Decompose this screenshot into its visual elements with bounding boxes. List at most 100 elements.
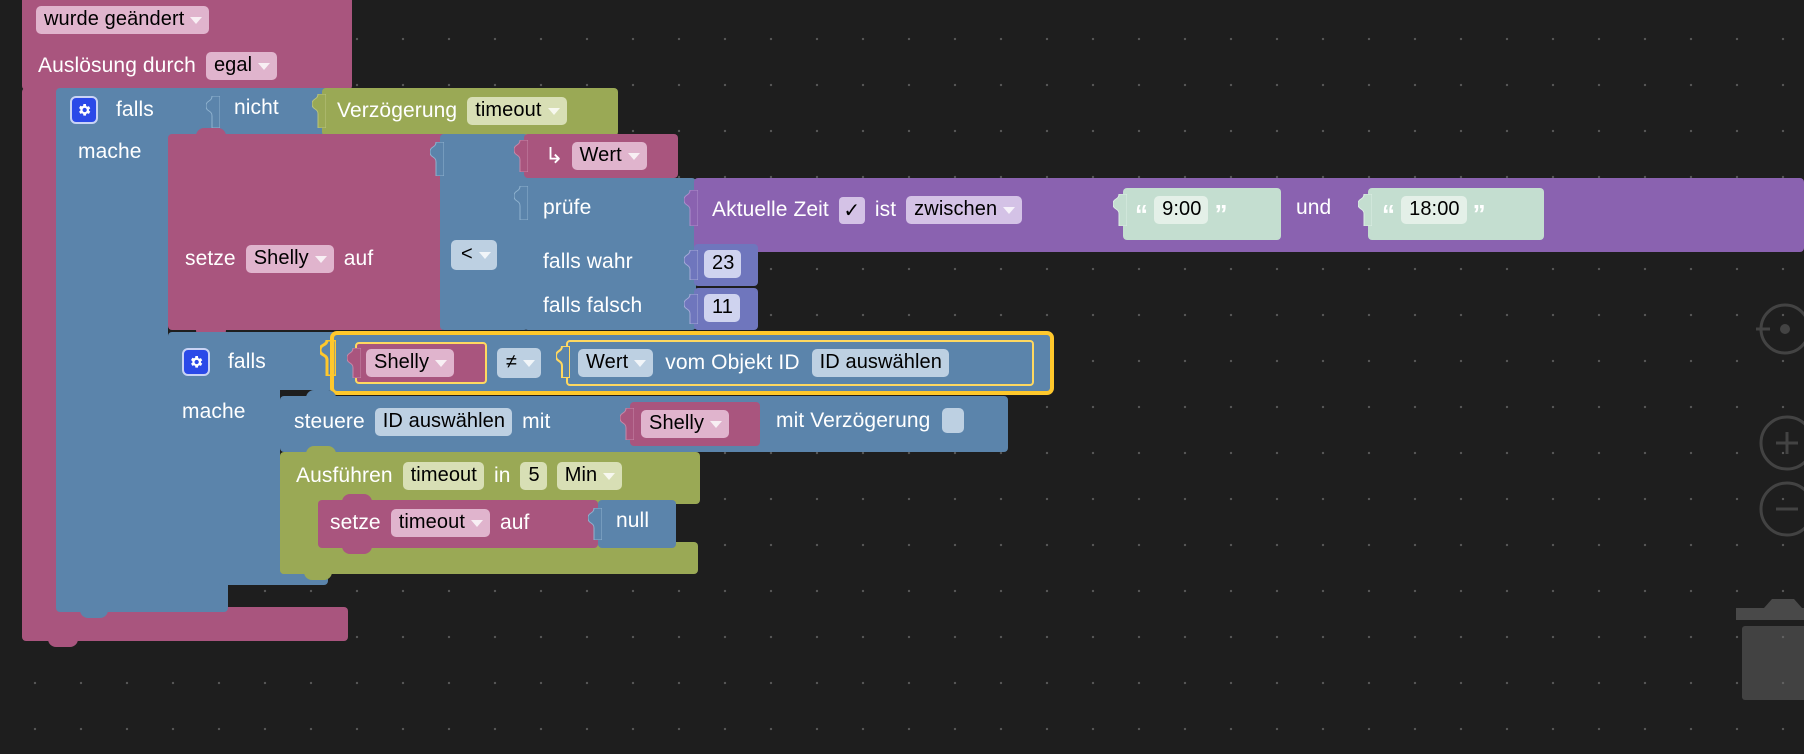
if-inner-do-row: mache	[182, 400, 246, 424]
time-condition-operator-dropdown[interactable]: zwischen	[906, 196, 1023, 224]
inner-operator-dropdown[interactable]: ≠	[497, 348, 542, 378]
time-condition-and-label: und	[1296, 196, 1332, 219]
end-time-input[interactable]: 18:00	[1401, 196, 1467, 224]
delay-value-dropdown[interactable]: timeout	[467, 97, 567, 125]
inner-left-operand-dropdown[interactable]: Shelly	[366, 349, 455, 377]
set-timeout-variable-dropdown[interactable]: timeout	[390, 509, 490, 537]
chevron-down-icon	[634, 359, 647, 367]
set-timeout-row: setze timeout auf	[330, 509, 530, 537]
gear-icon[interactable]	[182, 348, 210, 376]
number-11-input[interactable]: 11	[704, 294, 740, 322]
trigger-event-row: wurde geändert	[36, 6, 210, 34]
ternary-check-row: prüfe	[543, 196, 591, 220]
inner-left-operand-value: Shelly	[374, 351, 430, 373]
control-delay-row: mit Verzögerung	[776, 408, 965, 433]
start-time-value: 9:00	[1162, 198, 1202, 220]
return-value-row: ↳ Wert	[545, 142, 647, 170]
comparison-body[interactable]	[440, 134, 528, 330]
object-id-value: ID auswählen	[819, 351, 942, 373]
schedule-unit-value: Min	[564, 464, 598, 486]
schedule-name-value: timeout	[410, 464, 477, 486]
schedule-row: Ausführen timeout in 5 Min	[296, 462, 623, 490]
control-value-dropdown[interactable]: Shelly	[641, 410, 730, 438]
trigger-block-nub	[48, 639, 78, 647]
schedule-top-notch	[306, 446, 336, 456]
chevron-down-icon	[314, 255, 327, 263]
not-label-row: nicht	[234, 96, 279, 120]
chevron-down-icon	[627, 152, 640, 160]
set-timeout-nub	[342, 546, 372, 554]
if-outer-do-label: mache	[78, 140, 142, 163]
return-arrow-icon: ↳	[545, 143, 564, 168]
control-target-id-value: ID auswählen	[382, 410, 506, 432]
schedule-amount-field[interactable]: 5	[520, 462, 547, 490]
zoom-in-icon	[1759, 415, 1804, 471]
trigger-block-foot	[22, 607, 348, 641]
delay-value: timeout	[475, 99, 542, 121]
object-value-dropdown[interactable]: Wert	[578, 349, 654, 377]
zoom-center-button[interactable]	[1756, 300, 1804, 363]
chevron-down-icon	[258, 62, 271, 70]
schedule-nub	[304, 572, 332, 580]
control-target-id-field[interactable]: ID auswählen	[374, 408, 513, 436]
delay-label: Verzögerung	[337, 99, 458, 122]
number-11-row: 11	[704, 294, 740, 322]
trigger-source-label: Auslösung durch	[38, 54, 196, 77]
end-time-value: 18:00	[1409, 198, 1460, 220]
trash-button[interactable]	[1730, 590, 1804, 705]
zoom-in-button[interactable]	[1756, 412, 1804, 479]
schedule-amount-value: 5	[528, 464, 540, 486]
control-value-row: Shelly	[641, 410, 730, 438]
inner-operator-row: ≠	[497, 348, 542, 378]
ternary-if-false-row: falls falsch	[543, 294, 642, 318]
zoom-out-button[interactable]	[1756, 478, 1804, 545]
number-23-row: 23	[704, 250, 742, 278]
return-value-dropdown[interactable]: Wert	[571, 142, 647, 170]
trigger-source-row: Auslösung durch egal	[38, 52, 278, 80]
not-label: nicht	[234, 96, 279, 119]
set-variable-row: setze Shelly auf	[185, 245, 373, 273]
schedule-name-field[interactable]: timeout	[402, 462, 484, 490]
if-outer-do-row: mache	[78, 140, 142, 164]
control-block-top-notch	[306, 390, 336, 400]
control-delay-socket[interactable]	[942, 408, 965, 433]
inner-operator-value: ≠	[506, 351, 518, 373]
number-23-input[interactable]: 23	[704, 250, 742, 278]
comparison-operator-dropdown[interactable]: <	[451, 240, 497, 270]
set-variable-name: Shelly	[253, 247, 309, 269]
ternary-if-false-label: falls falsch	[543, 294, 643, 317]
control-label: steuere	[294, 410, 365, 433]
time-condition-checkbox[interactable]: ✓	[838, 196, 865, 224]
chevron-down-icon	[478, 251, 491, 259]
chevron-down-icon	[435, 359, 448, 367]
ternary-if-true-label: falls wahr	[543, 250, 633, 273]
start-time-input[interactable]: 9:00	[1154, 196, 1209, 224]
trigger-source-value: egal	[213, 54, 253, 76]
time-condition-and-row: und	[1296, 196, 1331, 220]
schedule-unit-dropdown[interactable]: Min	[556, 462, 623, 490]
blockly-workspace[interactable]: wurde geändert Auslösung durch egal fall…	[0, 0, 1804, 754]
set-variable-dropdown[interactable]: Shelly	[245, 245, 334, 273]
trigger-source-dropdown[interactable]: egal	[205, 52, 278, 80]
zoom-out-icon	[1759, 481, 1804, 537]
control-block-row: steuere ID auswählen mit	[294, 408, 550, 436]
number-23-value: 23	[712, 252, 735, 274]
object-id-field[interactable]: ID auswählen	[811, 349, 949, 377]
trigger-event-dropdown[interactable]: wurde geändert	[36, 6, 210, 34]
set-variable-set-label: setze	[185, 247, 236, 270]
inner-left-operand-row: Shelly	[366, 349, 455, 377]
chevron-down-icon	[1003, 206, 1016, 214]
set-timeout-set-label: setze	[330, 511, 381, 534]
gear-icon[interactable]	[70, 96, 98, 124]
set-variable-body[interactable]	[168, 134, 446, 330]
object-value-row: Wert vom Objekt ID ID auswählen	[578, 349, 949, 377]
ternary-if-true-row: falls wahr	[543, 250, 633, 274]
control-with-label: mit	[522, 410, 551, 433]
set-timeout-to-label: auf	[500, 511, 530, 534]
schedule-in-label: in	[493, 464, 511, 487]
set-timeout-top-notch	[342, 494, 372, 504]
end-time-row: “ 18:00 ”	[1382, 196, 1486, 229]
null-value-row: null	[616, 509, 649, 533]
trash-icon	[1736, 599, 1804, 700]
chevron-down-icon	[710, 420, 723, 428]
